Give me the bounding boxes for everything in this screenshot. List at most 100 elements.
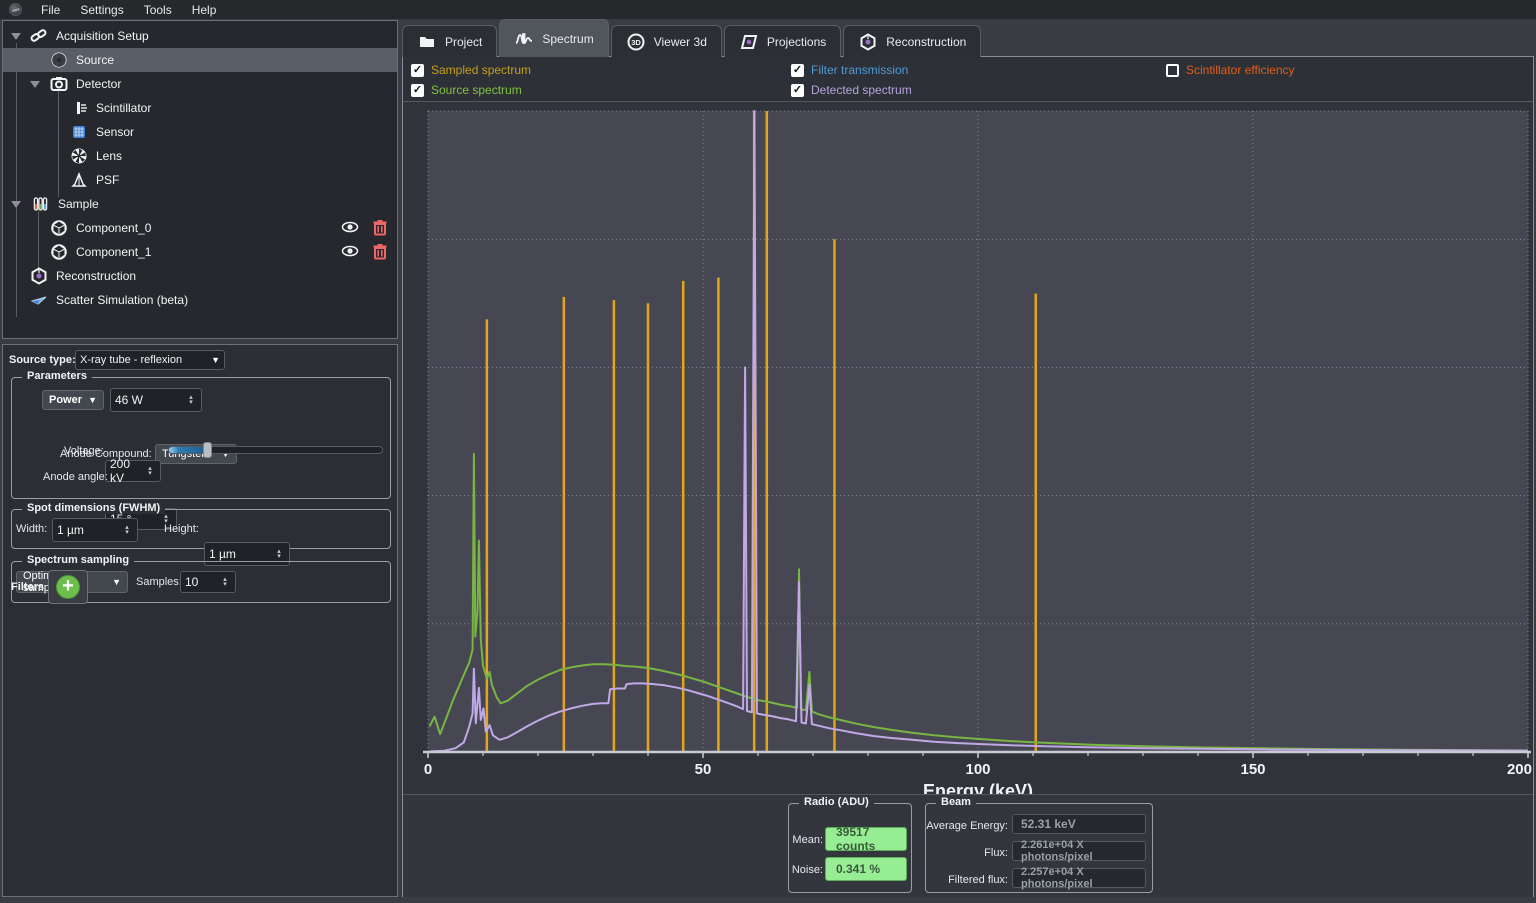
tree-item-detector[interactable]: Detector <box>3 72 397 96</box>
projections-icon <box>740 33 758 51</box>
menu-item-tools[interactable]: Tools <box>135 1 181 19</box>
menu-item-settings[interactable]: Settings <box>71 1 132 19</box>
scene-tree-panel: Acquisition SetupSourceDetector Scintilla… <box>2 20 398 339</box>
tree-item-lens[interactable]: Lens <box>3 144 397 168</box>
tree-item-sensor[interactable]: Sensor <box>3 120 397 144</box>
tree-item-label: Sample <box>58 197 99 211</box>
menu-item-help[interactable]: Help <box>183 1 226 19</box>
tree-item-reconstruction[interactable]: Reconstruction <box>3 264 397 288</box>
psf-icon <box>70 171 88 189</box>
samples-spinbox[interactable]: 10 ▴▾ <box>180 571 236 593</box>
voltage-slider-fill <box>169 447 207 453</box>
tab-projections[interactable]: Projections <box>724 25 841 57</box>
svg-text:50: 50 <box>695 761 712 778</box>
source-type-label: Source type: <box>9 354 76 366</box>
delete-component-trash-icon[interactable] <box>371 242 389 263</box>
eye-icon <box>341 242 359 260</box>
voltage-slider[interactable] <box>168 446 383 454</box>
average-energy-value: 52.31 keV <box>1021 817 1076 831</box>
expander-icon[interactable] <box>11 201 21 208</box>
power-value: 46 W <box>115 393 185 407</box>
expander-icon[interactable] <box>11 33 21 40</box>
filters-label: Filters <box>11 581 44 593</box>
checkbox-checked[interactable]: ✓ <box>411 84 424 97</box>
checkbox-checked[interactable]: ✓ <box>791 84 804 97</box>
spot-width-value: 1 µm <box>57 523 121 537</box>
radio-adu-title: Radio (ADU) <box>799 796 874 808</box>
tree-item-source[interactable]: Source <box>3 48 397 72</box>
flux-label: Flux: <box>926 847 1008 859</box>
tree-item-label: PSF <box>96 173 119 187</box>
chart-svg: 050100150200Energy (keV) <box>403 102 1533 850</box>
visibility-toggle-eye-icon[interactable] <box>341 218 359 239</box>
tree-item-label: Scintillator <box>96 101 151 115</box>
voltage-label: Voltage: <box>64 445 104 457</box>
tree-item-scintillator[interactable]: Scintillator <box>3 96 397 120</box>
beam-title: Beam <box>936 796 976 808</box>
filtered-flux-label: Filtered flux: <box>926 874 1008 886</box>
tree-item-psf[interactable]: PSF <box>3 168 397 192</box>
voltage-value: 200 kV <box>110 457 144 485</box>
source-type-dropdown[interactable]: X-ray tube - reflexion ▼ <box>75 350 225 370</box>
add-filter-button[interactable]: + <box>48 570 88 604</box>
tree-item-acquisition-setup[interactable]: Acquisition Setup <box>3 24 397 48</box>
spinner-arrows-icon[interactable]: ▴▾ <box>144 466 156 476</box>
lens-icon <box>70 147 88 165</box>
checkbox-checked[interactable]: ✓ <box>411 64 424 77</box>
noise-label: Noise: <box>791 864 823 876</box>
eye-icon <box>341 218 359 236</box>
menu-item-file[interactable]: File <box>32 1 69 19</box>
folder-icon <box>418 33 436 51</box>
spectrum-tab-content: ✓ Sampled spectrum ✓ Source spectrum ✓ Filter… <box>402 56 1534 897</box>
checkbox-checked[interactable]: ✓ <box>791 64 804 77</box>
delete-component-trash-icon[interactable] <box>371 218 389 239</box>
mean-value-field: 39517 counts <box>825 827 907 851</box>
legend-label: Detected spectrum <box>811 83 912 97</box>
spinner-arrows-icon[interactable]: ▴▾ <box>273 549 285 559</box>
svg-text:200: 200 <box>1507 761 1532 778</box>
viewer3d-icon: 3D <box>627 33 645 51</box>
spot-dimensions-group: Spot dimensions (FWHM) Width: 1 µm ▴▾ He… <box>11 509 391 549</box>
tree-item-label: Component_0 <box>76 221 151 235</box>
link-icon <box>30 27 48 45</box>
spot-dimensions-title: Spot dimensions (FWHM) <box>22 502 165 514</box>
legend-label: Source spectrum <box>431 83 522 97</box>
average-energy-field: 52.31 keV <box>1012 814 1146 834</box>
beam-group: Beam Average Energy: 52.31 keV Flux: 2.2… <box>925 803 1153 893</box>
spinner-arrows-icon[interactable]: ▴▾ <box>185 395 197 405</box>
power-spinbox[interactable]: 46 W ▴▾ <box>110 388 202 412</box>
samples-value: 10 <box>185 575 219 589</box>
tab-reconstruction[interactable]: Reconstruction <box>843 25 981 57</box>
tab-label: Reconstruction <box>886 35 966 49</box>
power-selector-dropdown[interactable]: Power ▼ <box>42 390 104 410</box>
tree-item-scatter-simulation-beta-[interactable]: Scatter Simulation (beta) <box>3 288 397 312</box>
tree-item-sample[interactable]: Sample <box>3 192 397 216</box>
tab-spectrum[interactable]: Spectrum <box>499 19 608 57</box>
source-settings-panel: Source type: X-ray tube - reflexion ▼ Pa… <box>2 344 398 897</box>
spot-height-label: Height: <box>164 523 199 535</box>
svg-text:0: 0 <box>424 761 432 778</box>
legend-label: Sampled spectrum <box>431 63 531 77</box>
spot-width-spinbox[interactable]: 1 µm ▴▾ <box>52 518 138 542</box>
visibility-toggle-eye-icon[interactable] <box>341 242 359 263</box>
spinner-arrows-icon[interactable]: ▴▾ <box>121 525 133 535</box>
expander-icon[interactable] <box>30 81 40 88</box>
component-icon <box>50 243 68 261</box>
spectrum-chart: 050100150200Energy (keV) <box>403 102 1533 850</box>
tree-item-label: Sensor <box>96 125 134 139</box>
voltage-slider-handle[interactable] <box>203 442 212 458</box>
tree-item-label: Lens <box>96 149 122 163</box>
tab-viewer-3d[interactable]: 3DViewer 3d <box>611 25 722 57</box>
tab-project[interactable]: Project <box>402 25 497 57</box>
spectrum-icon <box>515 30 533 48</box>
checkbox-unchecked[interactable] <box>1166 64 1179 77</box>
voltage-spinbox[interactable]: 200 kV ▴▾ <box>105 460 161 482</box>
scatter-icon <box>30 291 48 309</box>
average-energy-label: Average Energy: <box>926 820 1008 832</box>
tab-label: Project <box>445 35 482 49</box>
tree-item-component-0[interactable]: Component_0 <box>3 216 397 240</box>
spinner-arrows-icon[interactable]: ▴▾ <box>219 577 231 587</box>
tree-item-component-1[interactable]: Component_1 <box>3 240 397 264</box>
chevron-down-icon: ▼ <box>211 355 220 365</box>
radio-adu-group: Radio (ADU) Mean: 39517 counts Noise: 0.… <box>788 803 912 893</box>
